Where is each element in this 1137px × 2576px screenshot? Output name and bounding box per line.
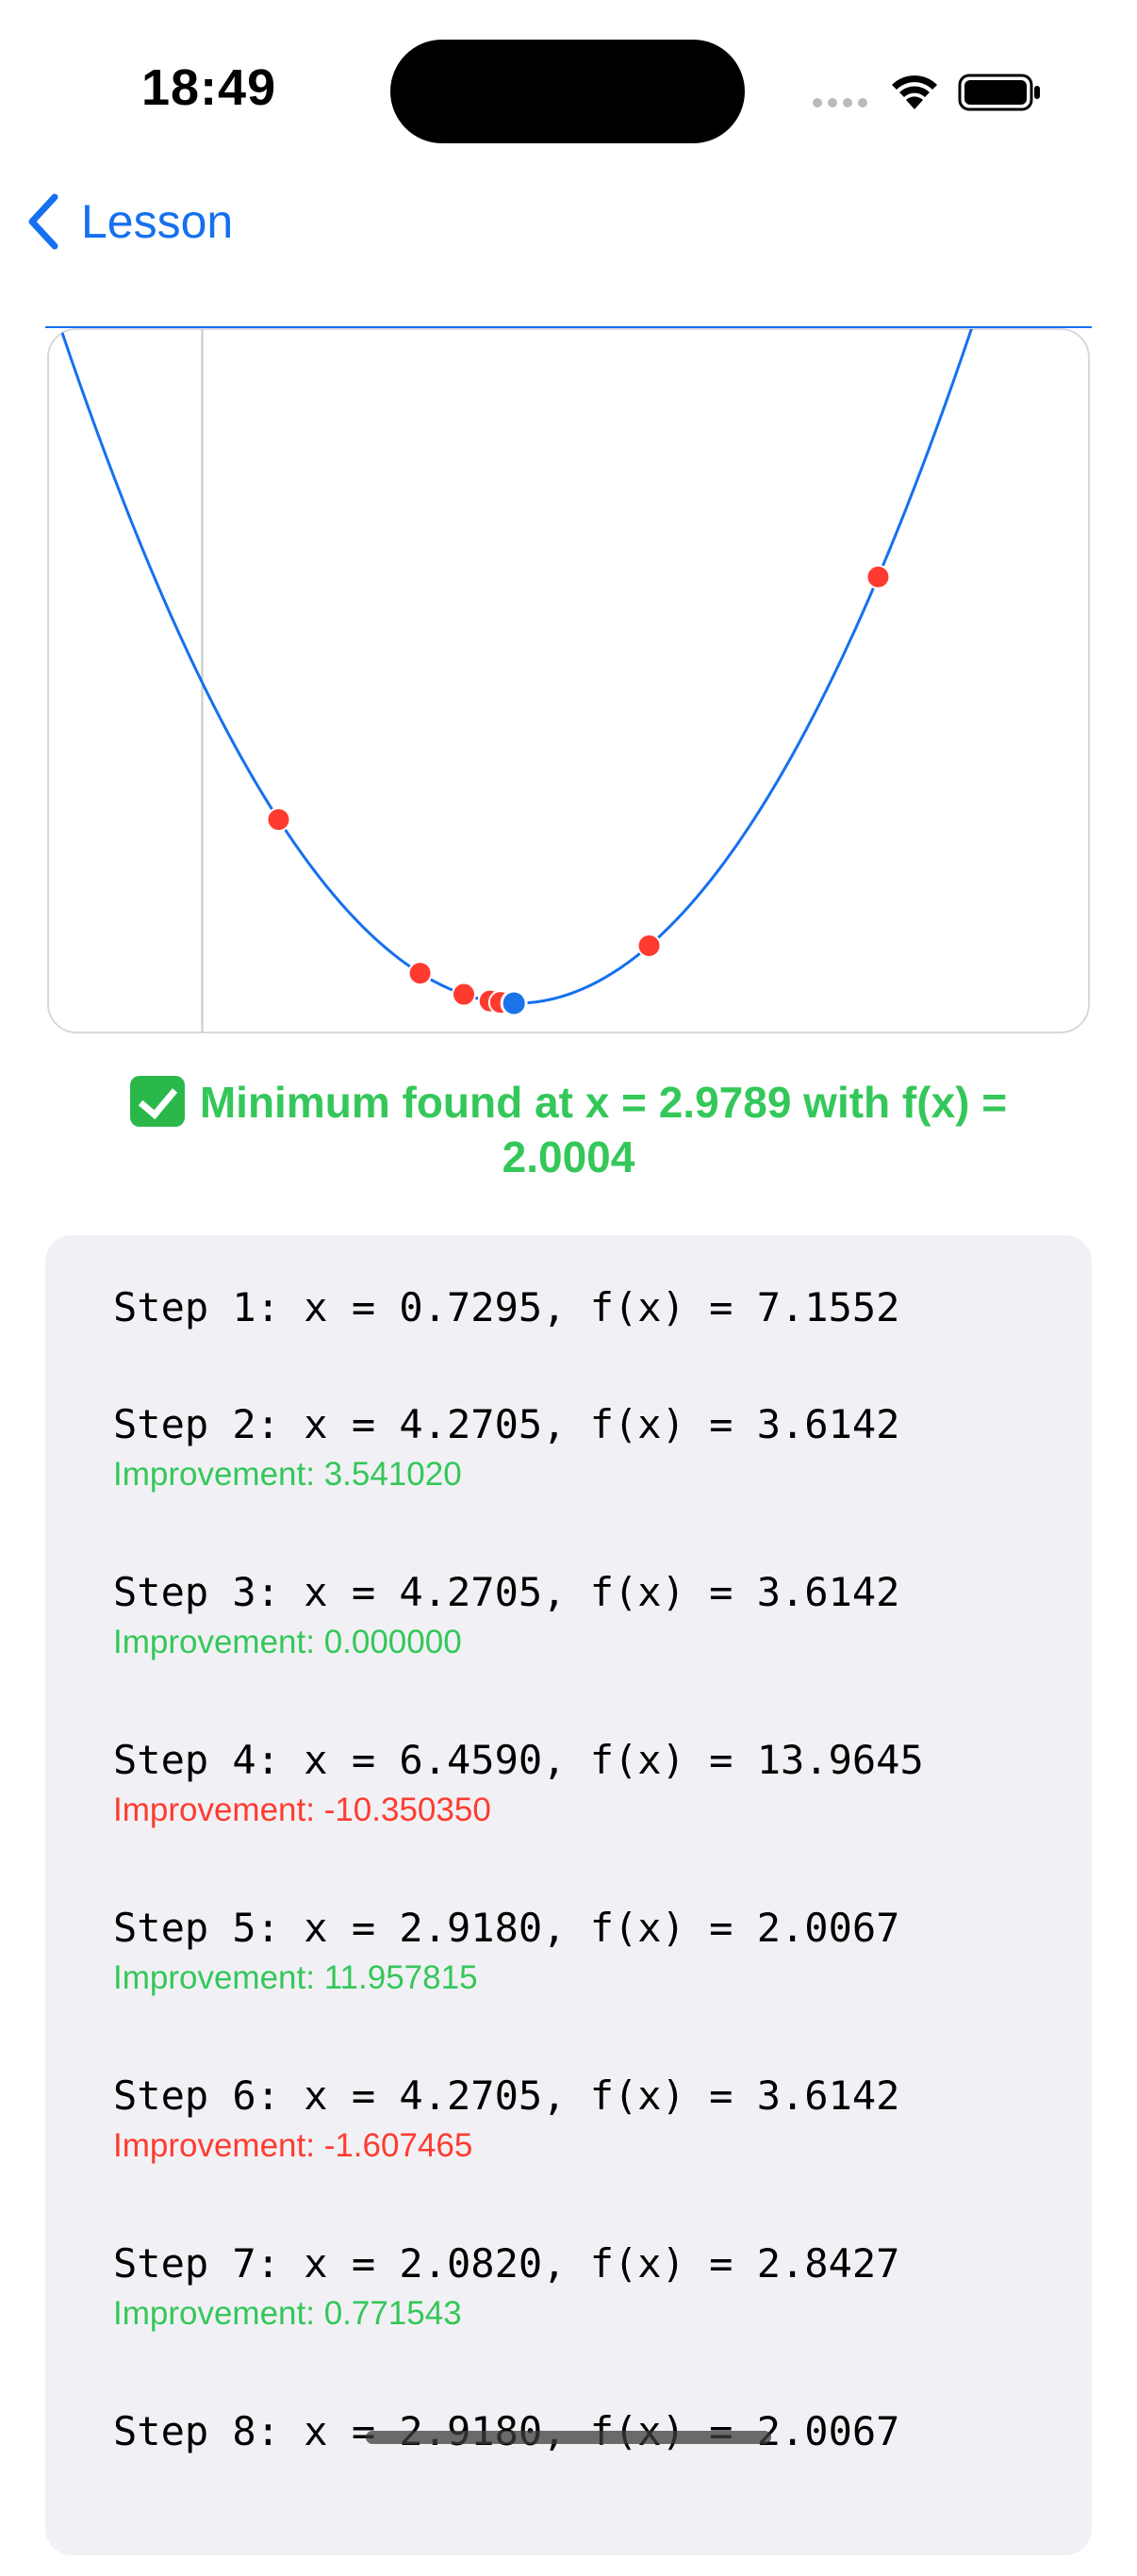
wifi-icon xyxy=(892,75,937,109)
sample-point xyxy=(452,982,476,1007)
step-improvement: Improvement: 0.000000 xyxy=(113,1624,462,1660)
function-chart xyxy=(45,326,1092,1035)
step-label: Step 2: x = 4.2705, f(x) = 3.6142 xyxy=(113,1401,900,1447)
back-button[interactable]: Lesson xyxy=(25,189,233,255)
step-label: Step 5: x = 2.9180, f(x) = 2.0067 xyxy=(113,1905,900,1951)
step-label: Step 7: x = 2.0820, f(x) = 2.8427 xyxy=(113,2240,900,2287)
status-time: 18:49 xyxy=(141,59,277,116)
step-label: Step 6: x = 4.2705, f(x) = 3.6142 xyxy=(113,2072,900,2119)
chart-svg xyxy=(45,326,1092,1033)
battery-icon xyxy=(958,74,1040,111)
step-item: Step 4: x = 6.4590, f(x) = 13.9645 Improv… xyxy=(113,1737,1054,1905)
step-improvement: Improvement: 0.771543 xyxy=(113,2295,462,2332)
step-improvement: Improvement: 11.957815 xyxy=(113,1959,478,1996)
step-label: Step 4: x = 6.4590, f(x) = 13.9645 xyxy=(113,1737,924,1783)
step-item: Step 5: x = 2.9180, f(x) = 2.0067 Improve… xyxy=(113,1905,1054,2072)
sample-point xyxy=(865,564,891,589)
checkmark-icon xyxy=(129,1076,185,1127)
step-item: Step 6: x = 4.2705, f(x) = 3.6142 Improve… xyxy=(113,2072,1054,2240)
step-label: Step 3: x = 4.2705, f(x) = 3.6142 xyxy=(113,1569,900,1615)
status-bar: 18:49 xyxy=(0,0,1137,179)
step-item: Step 3: x = 4.2705, f(x) = 3.6142 Improve… xyxy=(113,1569,1054,1737)
sample-point xyxy=(636,933,662,958)
home-indicator[interactable] xyxy=(366,2431,771,2444)
back-button-label: Lesson xyxy=(81,195,234,248)
dynamic-island xyxy=(390,40,745,143)
result-text: Minimum found at x = 2.9789 with f(x) = … xyxy=(199,1078,1008,1181)
step-improvement: Improvement: 3.541020 xyxy=(113,1456,462,1493)
minimum-point xyxy=(500,989,528,1017)
step-item: Step 1: x = 0.7295, f(x) = 7.1552 xyxy=(113,1284,1054,1401)
chevron-left-icon xyxy=(28,193,58,250)
step-improvement: Improvement: -10.350350 xyxy=(113,1792,491,1828)
steps-list: Step 1: x = 0.7295, f(x) = 7.1552 Step 2:… xyxy=(113,1284,1054,2576)
cellular-signal-icon xyxy=(813,98,867,107)
sample-point xyxy=(266,807,291,833)
step-item: Step 2: x = 4.2705, f(x) = 3.6142 Improve… xyxy=(113,1401,1054,1569)
step-label: Step 1: x = 0.7295, f(x) = 7.1552 xyxy=(113,1284,900,1330)
result-message: Minimum found at x = 2.9789 with f(x) = … xyxy=(94,1075,1043,1184)
steps-panel: Step 1: x = 0.7295, f(x) = 7.1552 Step 2:… xyxy=(45,1235,1092,2555)
step-improvement: Improvement: -1.607465 xyxy=(113,2127,473,2164)
step-item: Step 7: x = 2.0820, f(x) = 2.8427 Improve… xyxy=(113,2240,1054,2408)
sample-point xyxy=(407,961,433,986)
